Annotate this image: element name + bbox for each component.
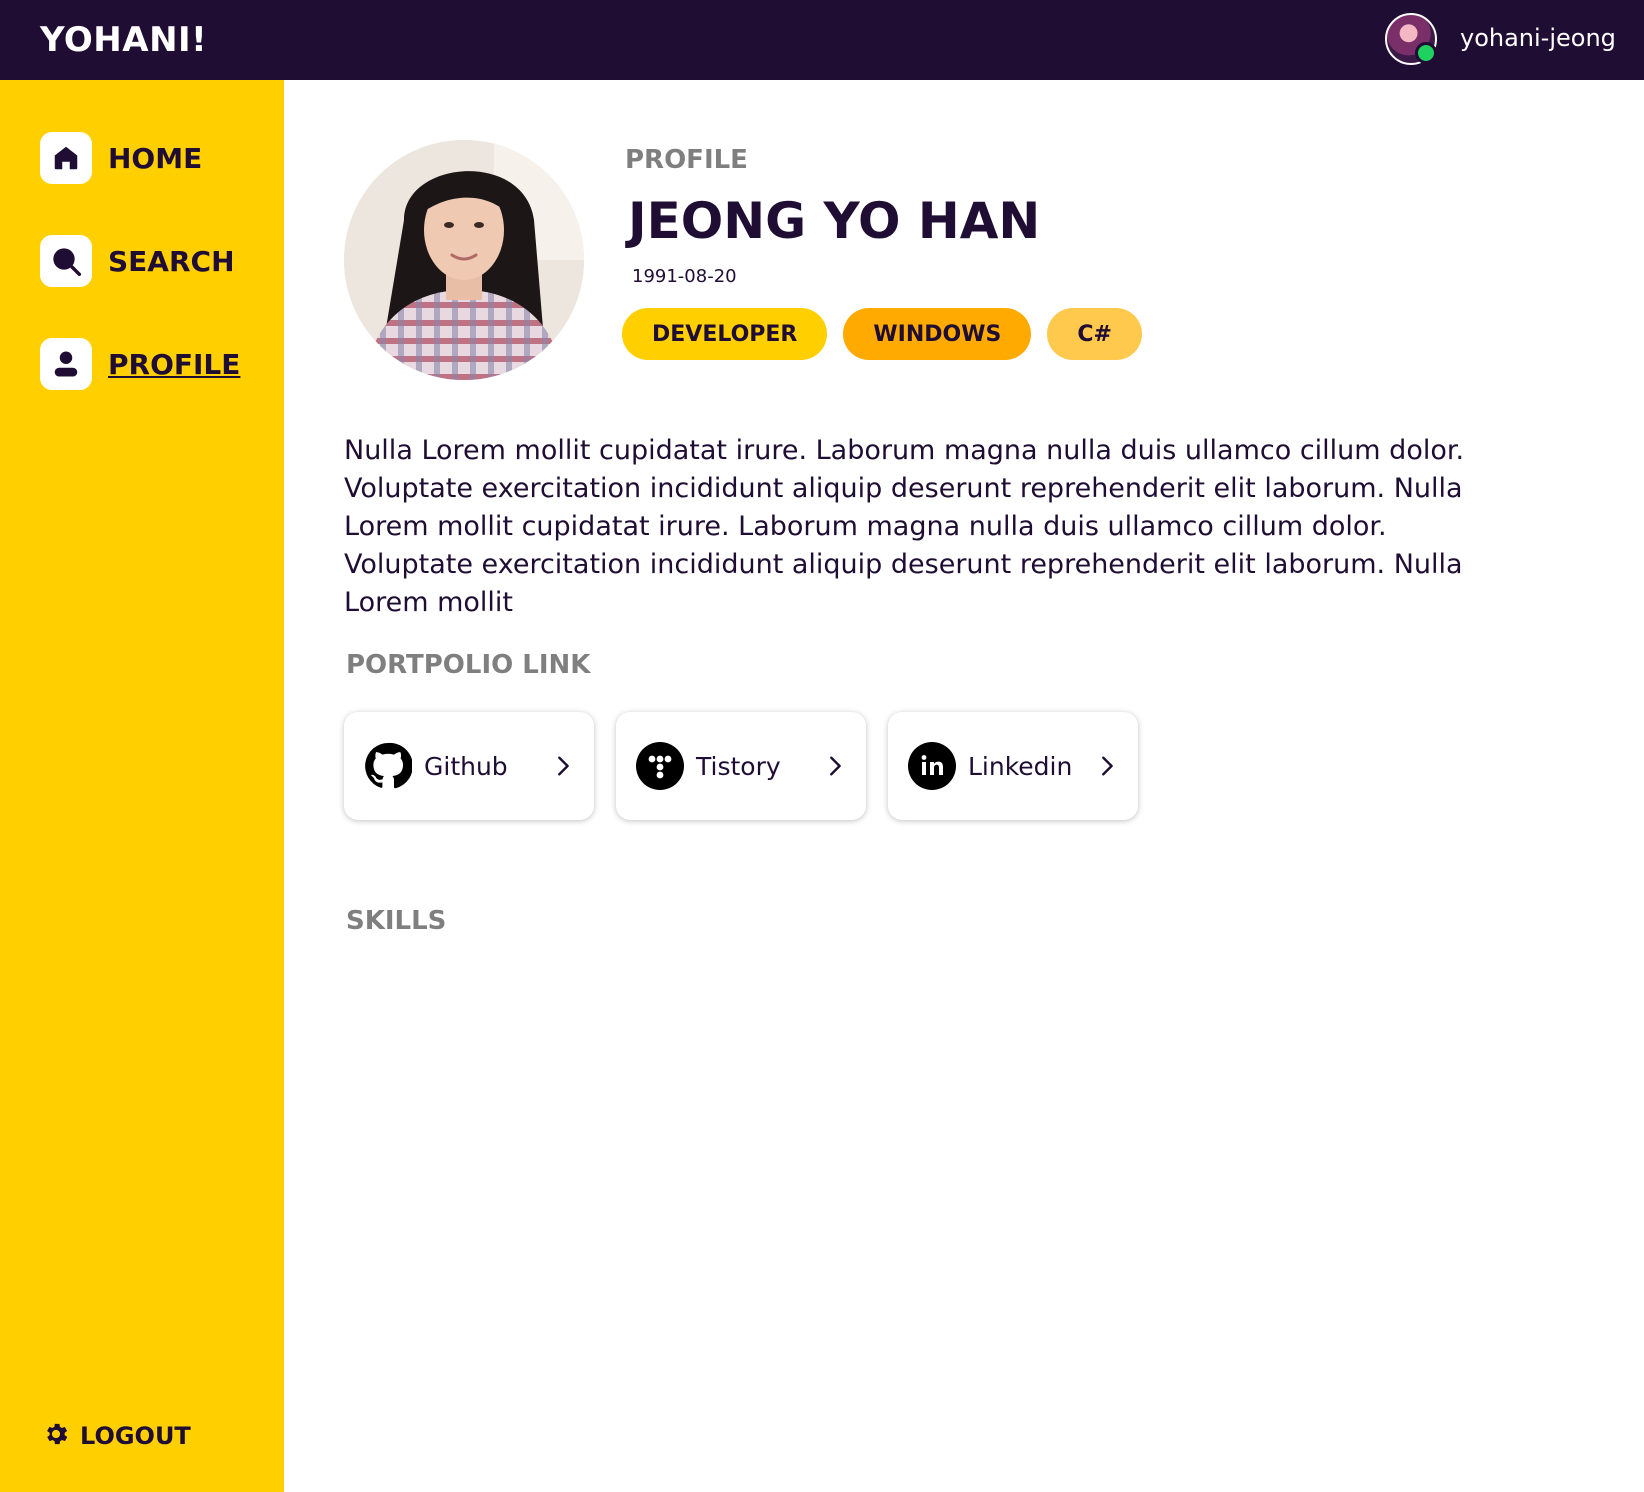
search-icon (40, 235, 92, 287)
brand-logo[interactable]: YOHANI! (40, 20, 207, 60)
profile-name: JEONG YO HAN (628, 192, 1041, 250)
github-icon (364, 742, 412, 790)
tag-developer[interactable]: DEVELOPER (622, 308, 828, 360)
portfolio-link-tistory[interactable]: Tistory (616, 712, 866, 820)
home-icon (40, 132, 92, 184)
sidebar-item-search[interactable]: SEARCH (40, 235, 235, 287)
chevron-right-icon (830, 756, 841, 776)
profile-bio: Nulla Lorem mollit cupidatat irure. Labo… (344, 435, 1465, 618)
sidebar-item-label: SEARCH (108, 244, 235, 278)
person-icon (40, 338, 92, 390)
portfolio-link-list: Github Tistory Linkedin (344, 712, 1138, 820)
portfolio-link-linkedin[interactable]: Linkedin (888, 712, 1138, 820)
skills-section-title: SKILLS (346, 906, 447, 936)
profile-section-label: PROFILE (625, 145, 748, 175)
profile-birthdate: 1991-08-20 (632, 266, 737, 287)
chevron-right-icon (558, 756, 569, 776)
gear-icon (42, 1420, 70, 1452)
sidebar-item-home[interactable]: HOME (40, 132, 202, 184)
logout-button[interactable]: LOGOUT (42, 1420, 191, 1452)
sidebar-item-label: PROFILE (108, 347, 241, 381)
tag-list: DEVELOPER WINDOWS C# (622, 308, 1142, 360)
link-label: Github (424, 751, 508, 781)
sidebar-item-label: HOME (108, 141, 203, 175)
username-label[interactable]: yohani-jeong (1460, 24, 1616, 52)
top-bar: YOHANI! yohani-jeong (0, 0, 1644, 80)
tag-csharp[interactable]: C# (1047, 308, 1142, 360)
portfolio-link-github[interactable]: Github (344, 712, 594, 820)
sidebar-item-profile[interactable]: PROFILE (40, 338, 240, 390)
profile-photo (344, 140, 584, 380)
tistory-icon (636, 742, 684, 790)
logout-label: LOGOUT (80, 1422, 191, 1450)
tag-windows[interactable]: WINDOWS (843, 308, 1032, 360)
sidebar: HOME SEARCH PROFILE LOGOUT (0, 80, 284, 1492)
linkedin-icon (908, 742, 956, 790)
link-label: Tistory (696, 751, 781, 781)
online-status-indicator (1415, 42, 1437, 64)
portfolio-section-title: PORTPOLIO LINK (346, 650, 591, 680)
chevron-right-icon (1102, 756, 1113, 776)
link-label: Linkedin (968, 751, 1073, 781)
